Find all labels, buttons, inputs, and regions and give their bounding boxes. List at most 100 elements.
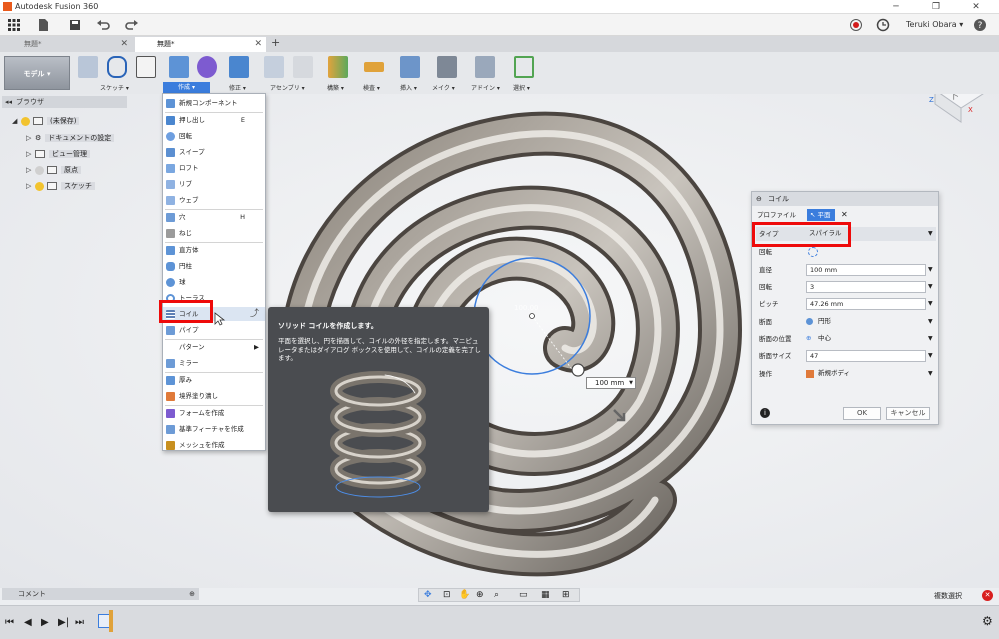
first-frame-icon[interactable]: ⏮	[5, 617, 14, 628]
modify-group-label[interactable]: 修正 ▾	[229, 83, 246, 92]
view-cube[interactable]: 卜 Z X	[929, 94, 986, 123]
select-group-label[interactable]: 選択 ▾	[513, 83, 530, 92]
insert-group-label[interactable]: 挿入 ▾	[400, 83, 417, 92]
last-frame-icon[interactable]: ⏭	[75, 617, 84, 628]
chevron-down-icon[interactable]: ▼	[928, 349, 933, 363]
rotation-direction-row[interactable]: 回転	[756, 245, 936, 259]
expand-icon[interactable]: ▷	[26, 132, 35, 144]
info-icon[interactable]: i	[760, 408, 770, 418]
menu-item-box[interactable]: 直方体	[163, 243, 265, 257]
create-sketch-icon[interactable]	[78, 56, 98, 78]
rotation-direction-icon[interactable]	[808, 247, 818, 257]
section-select[interactable]: 円形	[806, 316, 926, 328]
menu-item-loft[interactable]: ロフト	[163, 161, 265, 175]
menu-item-hole[interactable]: 穴H	[163, 210, 265, 224]
menu-item-sphere[interactable]: 球	[163, 275, 265, 289]
job-status-icon[interactable]	[876, 18, 890, 32]
tab-profile[interactable]: プロファイル	[757, 209, 796, 221]
save-icon[interactable]	[68, 18, 82, 32]
browser-panel-header[interactable]: ◂◂ ブラウザ	[2, 96, 127, 108]
file-icon[interactable]	[36, 18, 50, 32]
error-status-icon[interactable]: ✕	[982, 590, 993, 601]
addins-group-label[interactable]: アドイン ▾	[471, 83, 500, 92]
menu-item-thread[interactable]: ねじ	[163, 226, 265, 240]
measure-icon[interactable]	[364, 62, 384, 72]
chevron-down-icon[interactable]: ▼	[928, 263, 933, 277]
operation-select[interactable]: 新規ボディ	[806, 368, 926, 380]
diameter-input[interactable]: 100 mm ▼	[586, 377, 636, 389]
new-tab-button[interactable]: +	[271, 36, 280, 49]
help-icon[interactable]: ?	[973, 18, 987, 32]
create-form-icon[interactable]	[197, 56, 217, 78]
insert-image-icon[interactable]	[400, 56, 420, 78]
browser-root-node[interactable]: ◢ (未保存)	[12, 115, 80, 127]
revolutions-row[interactable]: 回転 3 ▼	[756, 280, 936, 294]
revolutions-field[interactable]: 3	[806, 281, 926, 293]
browser-item-named-views[interactable]: ▷ ビュー管理	[26, 148, 90, 160]
visibility-bulb-icon[interactable]	[21, 116, 30, 126]
add-comment-icon[interactable]: ⊕	[189, 588, 195, 600]
menu-item-mirror[interactable]: ミラー	[163, 356, 265, 370]
zoom-icon[interactable]: ⊕	[476, 590, 484, 600]
tab-plane[interactable]: ↖ 平面	[807, 209, 835, 221]
expand-icon[interactable]: ▷	[26, 180, 35, 192]
construct-group-label[interactable]: 構築 ▾	[327, 83, 344, 92]
expand-icon[interactable]: ◢	[12, 115, 21, 127]
pitch-field[interactable]: 47.26 mm	[806, 298, 926, 310]
menu-item-cylinder[interactable]: 円柱	[163, 259, 265, 273]
new-component-icon[interactable]	[169, 56, 189, 78]
undo-icon[interactable]	[96, 18, 110, 32]
collapse-dialog-icon[interactable]: ⊖	[756, 192, 762, 206]
fit-icon[interactable]: ⌕	[494, 590, 499, 600]
sketch-group-label[interactable]: スケッチ ▾	[100, 83, 129, 92]
diameter-field[interactable]: 100 mm	[806, 264, 926, 276]
chevron-down-icon[interactable]: ▼	[928, 280, 933, 294]
create-group-label[interactable]: 作成 ▾	[163, 82, 210, 93]
pin-icon[interactable]: ⤴	[250, 307, 259, 321]
app-grid-icon[interactable]	[7, 18, 21, 32]
menu-item-sweep[interactable]: スイープ	[163, 145, 265, 159]
expand-icon[interactable]: ▷	[26, 164, 35, 176]
close-tab-icon[interactable]: ✕	[120, 37, 128, 52]
menu-item-rib[interactable]: リブ	[163, 177, 265, 191]
restore-button[interactable]: ❐	[916, 0, 956, 14]
browser-item-sketches[interactable]: ▷ スケッチ	[26, 180, 95, 192]
browser-item-document-settings[interactable]: ▷ ⚙ ドキュメントの設定	[26, 132, 115, 144]
expand-icon[interactable]: ▷	[26, 148, 35, 160]
visibility-bulb-icon[interactable]	[35, 165, 44, 175]
chevron-down-icon[interactable]: ▼	[928, 367, 933, 381]
menu-item-thicken[interactable]: 厚み	[163, 373, 265, 387]
menu-item-boundary-fill[interactable]: 境界塗り潰し	[163, 389, 265, 403]
diameter-row[interactable]: 直径 100 mm ▼	[756, 263, 936, 277]
3d-print-icon[interactable]	[437, 56, 457, 78]
collapse-browser-icon[interactable]: ◂◂	[5, 96, 12, 108]
section-size-field[interactable]: 47	[806, 350, 926, 362]
rectangle-icon[interactable]	[136, 56, 156, 78]
viewports-icon[interactable]: ⊞	[562, 590, 570, 600]
menu-item-pattern[interactable]: パターン ▶	[163, 340, 265, 354]
menu-item-extrude[interactable]: 押し出し E	[163, 113, 265, 127]
clear-selection-icon[interactable]: ✕	[841, 209, 848, 221]
comments-panel-header[interactable]: コメント ⊕	[2, 588, 199, 600]
press-pull-icon[interactable]	[229, 56, 249, 78]
previous-frame-icon[interactable]: ◀	[24, 617, 32, 628]
ok-button[interactable]: OK	[843, 407, 881, 420]
visibility-bulb-icon[interactable]	[35, 181, 44, 191]
menu-item-create-base-feature[interactable]: 基準フィーチャを作成	[163, 422, 265, 436]
menu-item-new-component[interactable]: 新規コンポーネント	[163, 96, 265, 110]
chevron-down-icon[interactable]: ▼	[928, 332, 933, 346]
timeline-marker[interactable]	[109, 610, 113, 632]
assemble-group-label[interactable]: アセンブリ ▾	[270, 83, 305, 92]
offset-plane-icon[interactable]	[328, 56, 348, 78]
chevron-down-icon[interactable]: ▼	[928, 297, 933, 311]
spline-icon[interactable]	[107, 56, 127, 78]
look-at-icon[interactable]: ⊡	[443, 590, 451, 600]
grid-snaps-icon[interactable]: ▦	[541, 590, 550, 600]
section-row[interactable]: 断面 円形 ▼	[756, 315, 936, 329]
operation-row[interactable]: 操作 新規ボディ ▼	[756, 367, 936, 381]
scripts-addins-icon[interactable]	[475, 56, 495, 78]
section-position-row[interactable]: 断面の位置 ⊕ 中心 ▼	[756, 332, 936, 346]
menu-item-web[interactable]: ウェブ	[163, 193, 265, 207]
browser-item-origin[interactable]: ▷ 原点	[26, 164, 81, 176]
select-icon[interactable]	[514, 56, 534, 78]
